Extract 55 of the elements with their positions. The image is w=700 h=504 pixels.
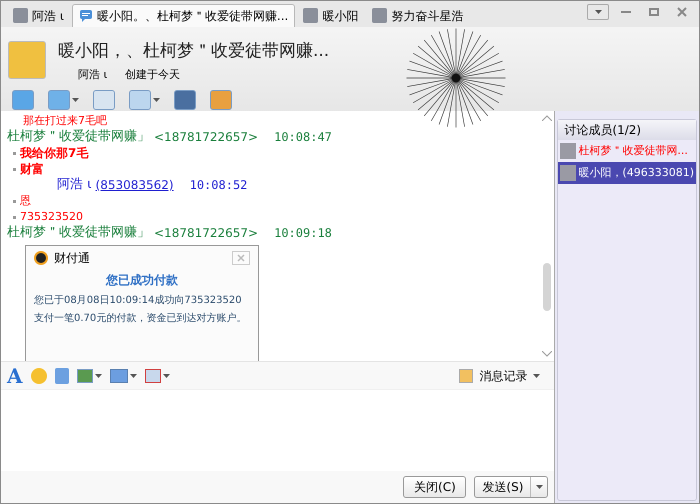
close-window-button[interactable]: 关闭(C) bbox=[403, 476, 466, 498]
dropdown-button[interactable] bbox=[587, 4, 609, 20]
user-id: <18781722657> bbox=[154, 225, 258, 241]
user-id: <18781722657> bbox=[154, 129, 258, 145]
caret-icon bbox=[536, 485, 543, 489]
avatar-icon bbox=[372, 8, 388, 23]
message-text: 我给你那7毛 bbox=[20, 145, 88, 161]
close-button[interactable] bbox=[232, 251, 250, 265]
chat-bubble-icon bbox=[78, 9, 93, 23]
avatar-icon bbox=[303, 8, 318, 23]
chat-title: 暖小阳，、杜柯梦＂收爱徒带网赚... bbox=[58, 41, 330, 61]
sender-name: 杜柯梦＂收爱徒带网赚」 bbox=[7, 225, 150, 241]
card-heading: 您已成功付款 bbox=[104, 272, 179, 288]
caret-icon bbox=[594, 10, 602, 14]
avatar-icon bbox=[560, 165, 576, 181]
user-id-link[interactable]: (853083562) bbox=[96, 177, 174, 193]
scroll-up-icon bbox=[542, 115, 552, 121]
chat-tab[interactable]: 暖小阳。、杜柯梦＂收爱徒带网赚... bbox=[72, 4, 296, 27]
caret-icon bbox=[72, 98, 79, 102]
creator-name: 阿浩 ι bbox=[78, 67, 108, 83]
message-time: 10:08:47 bbox=[274, 129, 332, 145]
caret-icon bbox=[162, 374, 170, 378]
sender-name: 阿浩 ι bbox=[57, 177, 92, 193]
message-time: 10:08:52 bbox=[190, 177, 248, 193]
message-text: 那在打过来7毛吧 bbox=[22, 113, 108, 129]
member-item[interactable]: 暖小阳，(496333081) bbox=[558, 162, 696, 184]
message-time: 10:09:18 bbox=[274, 225, 332, 241]
card-app-name: 财付通 bbox=[54, 250, 90, 266]
caret-icon bbox=[130, 374, 137, 378]
bullet-icon bbox=[13, 168, 16, 170]
chat-tab[interactable]: 努力奋斗星浩 bbox=[366, 4, 470, 27]
caret-icon bbox=[153, 98, 160, 102]
message-text: 财富 bbox=[20, 161, 44, 177]
message-text: 恩 bbox=[20, 193, 31, 209]
font-button[interactable]: A bbox=[7, 366, 23, 386]
card-body: 您已于08月08日10:09:14成功向735323520支付一笔0.70元的付款，资金已到达对方账户。 bbox=[34, 294, 248, 326]
members-title: 讨论成员(1/2) bbox=[558, 120, 696, 140]
message-text: 735323520 bbox=[20, 209, 83, 225]
history-button[interactable]: 消息记录 bbox=[459, 366, 540, 384]
caret-icon bbox=[533, 374, 540, 378]
close-icon bbox=[237, 254, 245, 262]
created-label: 创建于今天 bbox=[125, 67, 180, 83]
chat-tab[interactable]: 暖小阳 bbox=[297, 4, 364, 27]
sender-name: 杜柯梦＂收爱徒带网赚」 bbox=[7, 129, 150, 145]
avatar-icon bbox=[13, 8, 28, 23]
close-icon bbox=[677, 7, 687, 17]
chat-tab[interactable]: 阿浩 ι bbox=[7, 4, 70, 27]
send-button[interactable]: 发送(S) bbox=[475, 477, 532, 497]
bullet-icon bbox=[13, 216, 16, 218]
bullet-icon bbox=[13, 152, 16, 154]
scroll-down-icon bbox=[542, 351, 552, 357]
avatar-icon bbox=[560, 143, 576, 159]
caret-icon bbox=[94, 374, 102, 378]
scroll-thumb[interactable] bbox=[543, 263, 552, 311]
bullet-icon bbox=[13, 200, 16, 202]
